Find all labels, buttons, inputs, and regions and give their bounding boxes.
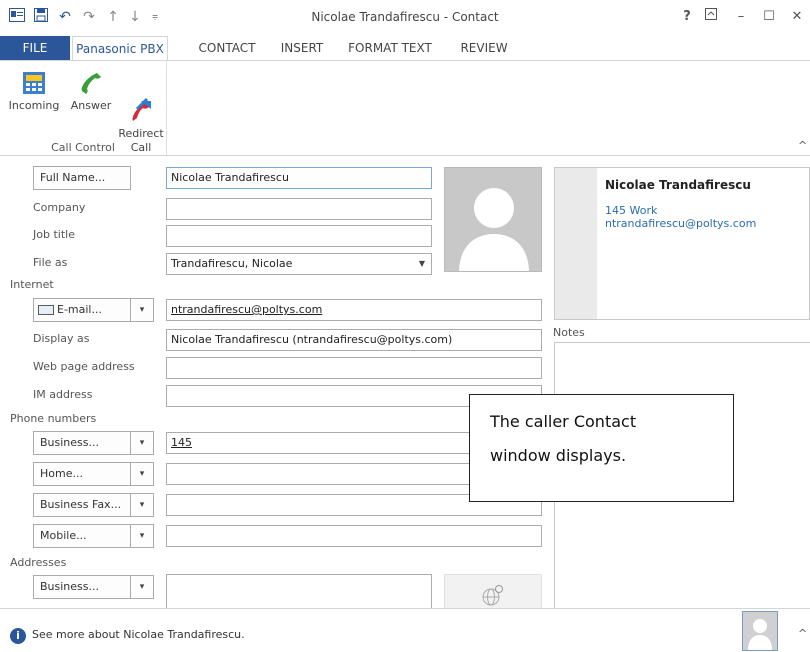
tab-contact[interactable]: CONTACT [186, 36, 268, 60]
email-button-label: E-mail... [57, 303, 102, 316]
answer-phone-icon [77, 69, 105, 97]
display-as-label: Display as [33, 332, 90, 345]
title-bar: ↶ ↷ ↑ ↓ ⩦ Nicolae Trandafirescu - Contac… [0, 0, 810, 34]
chevron-down-icon: ▼ [418, 259, 425, 268]
redirect-call-icon [127, 83, 155, 121]
expand-people-pane-icon[interactable]: ^ [798, 627, 807, 640]
tab-format-text[interactable]: FORMAT TEXT [338, 36, 442, 60]
contact-photo[interactable] [444, 167, 542, 272]
web-page-field[interactable] [166, 357, 542, 379]
close-button[interactable]: ✕ [786, 7, 808, 27]
tab-review[interactable]: REVIEW [446, 36, 522, 60]
full-name-field[interactable]: Nicolae Trandafirescu [166, 167, 432, 189]
annotation-callout: The caller Contact window displays. [469, 394, 734, 502]
business-card[interactable]: Nicolae Trandafirescu 145 Work ntrandafi… [554, 167, 810, 320]
card-name: Nicolae Trandafirescu [605, 178, 751, 192]
people-pane-avatar[interactable] [742, 611, 778, 651]
email-dropdown[interactable]: ▾ [130, 298, 154, 322]
card-phone: 145 Work [605, 204, 658, 217]
ribbon: Incoming Answer Redirect Call Call Contr… [0, 60, 810, 156]
business-fax-button[interactable]: Business Fax... [33, 493, 131, 517]
redirect-call-button[interactable]: Redirect Call [116, 69, 166, 154]
tab-file[interactable]: FILE [0, 36, 70, 60]
maximize-button[interactable]: ☐ [758, 7, 780, 27]
home-phone-dropdown[interactable]: ▾ [130, 462, 154, 486]
display-as-field[interactable]: Nicolae Trandafirescu (ntrandafirescu@po… [166, 329, 542, 351]
business-fax-dropdown[interactable]: ▾ [130, 493, 154, 517]
minimize-button[interactable]: – [730, 7, 752, 27]
address-field[interactable] [166, 574, 432, 610]
business-phone-button[interactable]: Business... [33, 431, 131, 455]
business-phone-value: 145 [171, 436, 192, 449]
business-phone-dropdown[interactable]: ▾ [130, 431, 154, 455]
job-title-label: Job title [33, 228, 75, 241]
incoming-call-icon [20, 69, 48, 97]
tab-panasonic-pbx[interactable]: Panasonic PBX [72, 36, 168, 61]
see-more-text[interactable]: See more about Nicolae Trandafirescu. [32, 628, 245, 641]
map-globe-icon [481, 583, 505, 610]
info-icon: i [10, 628, 26, 644]
answer-label: Answer [70, 99, 112, 112]
addresses-section-label: Addresses [10, 556, 67, 569]
map-it-button[interactable] [444, 574, 542, 610]
incoming-button[interactable]: Incoming [8, 69, 60, 133]
callout-line-1: The caller Contact [490, 412, 637, 431]
incoming-label: Incoming [8, 99, 60, 112]
card-email: ntrandafirescu@poltys.com [605, 217, 757, 230]
file-as-value: Trandafirescu, Nicolae [171, 257, 293, 270]
im-address-label: IM address [33, 388, 93, 401]
answer-button[interactable]: Answer [66, 69, 116, 133]
ribbon-tabs: FILE Panasonic PBX CONTACT INSERT FORMAT… [0, 36, 810, 61]
email-value: ntrandafirescu@poltys.com [171, 303, 323, 316]
tab-insert[interactable]: INSERT [272, 36, 332, 60]
job-title-field[interactable] [166, 225, 432, 247]
mobile-phone-field[interactable] [166, 525, 542, 547]
address-book-icon [38, 305, 54, 315]
file-as-select[interactable]: Trandafirescu, Nicolae ▼ [166, 253, 432, 275]
phone-numbers-section-label: Phone numbers [10, 412, 97, 425]
collapse-ribbon-icon[interactable]: ^ [798, 139, 807, 152]
notes-label: Notes [553, 326, 585, 339]
email-field[interactable]: ntrandafirescu@poltys.com [166, 299, 542, 321]
web-page-label: Web page address [33, 360, 135, 373]
mobile-phone-dropdown[interactable]: ▾ [130, 524, 154, 548]
ribbon-display-options-button[interactable] [700, 7, 722, 27]
callout-line-2: window displays. [490, 446, 627, 465]
people-pane-bar: i See more about Nicolae Trandafirescu. … [0, 608, 810, 652]
company-field[interactable] [166, 198, 432, 220]
home-phone-button[interactable]: Home... [33, 462, 131, 486]
mobile-phone-button[interactable]: Mobile... [33, 524, 131, 548]
group-divider [166, 61, 167, 155]
help-button[interactable]: ? [676, 7, 698, 27]
call-control-group-label: Call Control [51, 141, 115, 154]
card-band [555, 168, 597, 319]
company-label: Company [33, 201, 86, 214]
full-name-button[interactable]: Full Name... [33, 166, 131, 190]
address-type-dropdown[interactable]: ▾ [130, 575, 154, 599]
file-as-label: File as [33, 256, 68, 269]
address-type-button[interactable]: Business... [33, 575, 131, 599]
email-button[interactable]: E-mail... [33, 298, 131, 322]
internet-section-label: Internet [10, 278, 54, 291]
